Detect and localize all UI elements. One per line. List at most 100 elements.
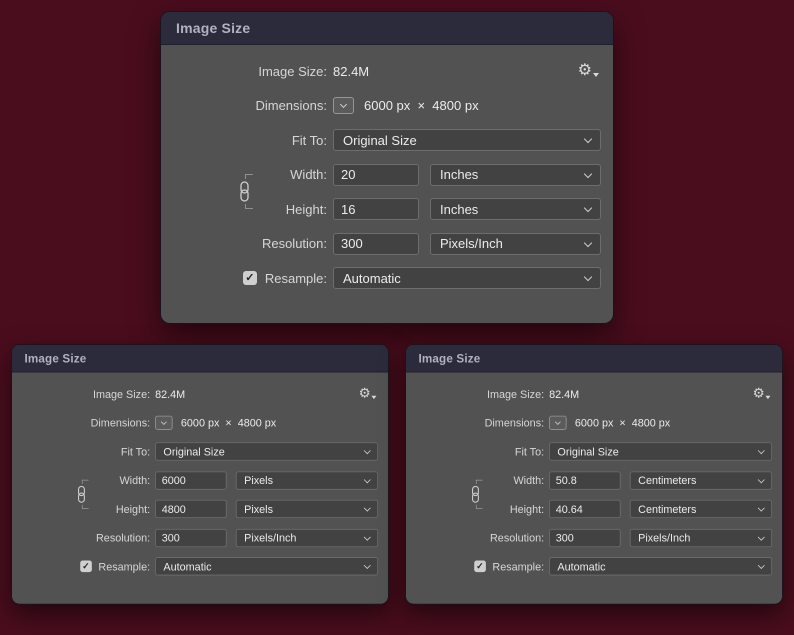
fit-to-select[interactable]: Original Size xyxy=(155,442,379,461)
dialog-title: Image Size xyxy=(176,20,251,36)
height-label: Height: xyxy=(115,502,151,516)
gear-menu-button[interactable]: ⚙ xyxy=(359,387,378,400)
dimensions-row: Dimensions: 6000 px × 4800 px xyxy=(173,95,601,117)
dialog-titlebar[interactable]: Image Size xyxy=(161,12,613,45)
caret-down-icon xyxy=(593,73,599,77)
chevron-down-icon xyxy=(583,238,593,247)
fit-to-value: Original Size xyxy=(557,445,619,458)
constrain-proportions-toggle[interactable] xyxy=(76,483,87,505)
chevron-down-icon xyxy=(363,533,371,541)
chevron-down-icon xyxy=(757,561,765,570)
resolution-unit-value: Pixels/Inch xyxy=(244,531,297,544)
image-size-label: Image Size: xyxy=(486,387,545,401)
image-size-dialog: Image Size Image Size: 82.4M ⚙ Dimension… xyxy=(161,12,613,323)
resample-value: Automatic xyxy=(557,560,606,573)
dimensions-dropdown-button[interactable] xyxy=(333,97,354,114)
caret-down-icon xyxy=(371,395,377,400)
fit-to-label: Fit To: xyxy=(120,445,151,458)
constrain-proportions-toggle[interactable] xyxy=(238,179,251,204)
height-input[interactable] xyxy=(155,499,227,519)
dimensions-value: 6000 px × 4800 px xyxy=(574,416,671,430)
chevron-down-icon xyxy=(757,447,765,455)
check-icon: ✓ xyxy=(476,560,484,571)
dimensions-label: Dimensions: xyxy=(484,416,545,430)
dialog-title: Image Size xyxy=(24,351,87,365)
dimensions-dropdown-button[interactable] xyxy=(549,415,567,430)
dimensions-dropdown-button[interactable] xyxy=(155,415,173,430)
fit-to-value: Original Size xyxy=(343,132,417,148)
constrain-proportions-toggle[interactable] xyxy=(470,483,481,505)
dimensions-value: 6000 px × 4800 px xyxy=(180,416,277,430)
image-size-label: Image Size: xyxy=(92,387,151,401)
resolution-unit-select[interactable]: Pixels/Inch xyxy=(430,232,601,255)
chevron-down-icon xyxy=(339,100,348,109)
resolution-label: Resolution: xyxy=(489,531,545,544)
dialog-title: Image Size xyxy=(418,351,481,365)
gear-menu-button[interactable]: ⚙ xyxy=(753,387,772,400)
height-label: Height: xyxy=(509,502,545,516)
resample-checkbox[interactable]: ✓ xyxy=(80,560,92,573)
resolution-input[interactable] xyxy=(549,528,621,547)
resample-select[interactable]: Automatic xyxy=(333,267,601,289)
resample-checkbox[interactable]: ✓ xyxy=(242,271,257,285)
dimensions-row: Dimensions: 6000 px × 4800 px xyxy=(416,414,772,432)
height-unit-value: Inches xyxy=(440,201,479,217)
width-input[interactable] xyxy=(333,163,419,186)
chevron-down-icon xyxy=(160,419,167,425)
resolution-input[interactable] xyxy=(155,528,227,547)
width-unit-value: Centimeters xyxy=(638,473,697,487)
resolution-input[interactable] xyxy=(333,232,419,255)
image-size-dialog: Image Size Image Size: 82.4M ⚙ Dimension… xyxy=(406,345,783,604)
image-size-dialog: Image Size Image Size: 82.4M ⚙ Dimension… xyxy=(12,345,389,604)
dialog-titlebar[interactable]: Image Size xyxy=(406,345,783,373)
resolution-unit-value: Pixels/Inch xyxy=(638,531,691,544)
width-input[interactable] xyxy=(549,471,621,490)
fit-to-label: Fit To: xyxy=(514,445,545,458)
width-input[interactable] xyxy=(155,471,227,490)
resample-select[interactable]: Automatic xyxy=(549,557,773,576)
width-unit-select[interactable]: Pixels xyxy=(235,471,379,490)
resample-select[interactable]: Automatic xyxy=(155,557,379,576)
chevron-down-icon xyxy=(363,504,371,512)
height-input[interactable] xyxy=(549,499,621,519)
resolution-row: Resolution: Pixels/Inch xyxy=(416,528,773,547)
chevron-down-icon xyxy=(363,447,371,455)
gear-icon: ⚙ xyxy=(752,386,765,401)
fit-to-label: Fit To: xyxy=(291,132,327,148)
image-size-row: Image Size: 82.4M ⚙ xyxy=(416,385,772,403)
resolution-unit-select[interactable]: Pixels/Inch xyxy=(629,528,773,547)
height-unit-select[interactable]: Inches xyxy=(430,198,601,220)
dialog-content: Image Size: 82.4M ⚙ Dimensions: 6000 px … xyxy=(161,45,613,289)
dimensions-row: Dimensions: 6000 px × 4800 px xyxy=(22,414,378,432)
resolution-row: Resolution: Pixels/Inch xyxy=(22,528,379,547)
resample-row: ✓ Resample: Automatic xyxy=(22,557,379,576)
fit-to-row: Fit To: Original Size xyxy=(22,442,379,461)
height-unit-select[interactable]: Pixels xyxy=(235,499,379,519)
height-unit-value: Centimeters xyxy=(638,502,697,516)
width-unit-select[interactable]: Centimeters xyxy=(629,471,773,490)
chain-link-icon xyxy=(78,485,85,503)
resample-label: Resample: xyxy=(492,560,545,573)
fit-to-select[interactable]: Original Size xyxy=(549,442,773,461)
chevron-down-icon xyxy=(757,475,765,483)
height-unit-value: Pixels xyxy=(244,502,273,516)
caret-down-icon xyxy=(765,395,771,400)
image-size-row: Image Size: 82.4M ⚙ xyxy=(22,385,378,403)
resample-value: Automatic xyxy=(343,270,401,286)
dialog-titlebar[interactable]: Image Size xyxy=(12,345,389,373)
chain-link-icon xyxy=(240,181,249,202)
image-size-value: 82.4M xyxy=(155,387,186,401)
resample-value: Automatic xyxy=(163,560,212,573)
fit-to-select[interactable]: Original Size xyxy=(333,129,601,151)
fit-to-row: Fit To: Original Size xyxy=(416,442,773,461)
width-unit-select[interactable]: Inches xyxy=(430,163,601,186)
gear-menu-button[interactable]: ⚙ xyxy=(578,63,601,79)
resolution-unit-select[interactable]: Pixels/Inch xyxy=(235,528,379,547)
image-size-value: 82.4M xyxy=(549,387,580,401)
resample-checkbox[interactable]: ✓ xyxy=(474,560,486,573)
height-unit-select[interactable]: Centimeters xyxy=(629,499,773,519)
image-size-label: Image Size: xyxy=(258,63,327,79)
width-unit-value: Inches xyxy=(440,167,479,182)
height-input[interactable] xyxy=(333,198,419,220)
dimensions-label: Dimensions: xyxy=(255,98,327,113)
